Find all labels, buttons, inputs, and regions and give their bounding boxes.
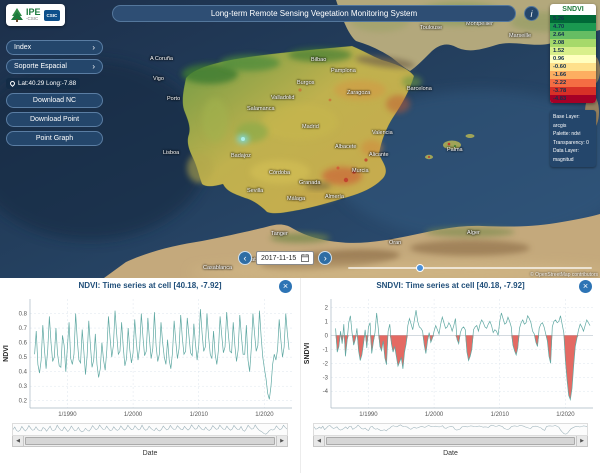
legend-entry: -2.22 [550,79,596,87]
ndvi-chart-panel: NDVI: Time series at cell [40.18, -7.92]… [0,278,300,473]
legend-entry: 2.08 [550,39,596,47]
range-mini-chart [313,423,588,436]
soporte-espacial-button[interactable]: Soporte Espacial › [6,59,103,74]
ndvi-range-selector[interactable]: ◀ ▶ [12,423,288,447]
ndvi-chart[interactable]: 1/1990 1/2000 1/2010 1/2020 0.2 0.3 0.4 0.5 0.6 0… [0,294,300,422]
scroll-right-button[interactable]: ▶ [576,436,587,446]
svg-text:0.5: 0.5 [19,355,28,361]
x-axis-title: Date [301,450,600,457]
location-icon [9,80,16,87]
svg-text:1/1990: 1/1990 [58,412,77,418]
date-control: ‹ 2017-11-15 › [238,251,332,265]
coordinates-label: Lat:40.29 Long:-7.88 [6,78,80,89]
close-icon[interactable]: × [279,280,292,293]
csic-logo: CSIC [44,10,61,21]
soporte-espacial-button-label: Soporte Espacial [14,63,67,70]
sidebar-actions: Download NC Download Point Point Graph [6,93,103,146]
svg-text:NDVI: NDVI [3,345,10,362]
date-value: 2017-11-15 [261,255,296,262]
next-date-button[interactable]: › [318,251,332,265]
layer-info-line: Data Layer: magnitud [553,147,593,164]
legend-entry: -1.66 [550,71,596,79]
scroll-left-button[interactable]: ◀ [13,436,24,446]
svg-text:SNDVI: SNDVI [304,343,311,364]
svg-text:0.4: 0.4 [19,370,28,376]
svg-text:1/2000: 1/2000 [124,412,143,418]
svg-text:0.7: 0.7 [19,326,28,332]
svg-text:2: 2 [325,305,329,311]
svg-text:0.6: 0.6 [19,341,28,347]
svg-text:1/2010: 1/2010 [491,412,510,418]
chevron-right-icon: › [92,43,95,52]
legend-scale: 5.264.702.642.081.520.96-0.60-1.66-2.22-… [550,15,596,103]
range-scrollbar[interactable]: ◀ ▶ [12,436,288,447]
legend-entry: 5.26 [550,15,596,23]
sndvi-chart[interactable]: 1/1990 1/2000 1/2010 1/2020 -4 -3 -2 -1 0 1 2 SNDVI [301,294,600,422]
charts-section: NDVI: Time series at cell [40.18, -7.92]… [0,278,600,473]
date-input[interactable]: 2017-11-15 [256,251,314,265]
sidebar: Index › Soporte Espacial › Lat:40.29 Lon… [6,40,103,146]
coordinates-text: Lat:40.29 Long:-7.88 [18,80,76,87]
chevron-right-icon: › [92,62,95,71]
app-title-bar: Long-term Remote Sensing Vegetation Moni… [112,5,516,22]
point-graph-button[interactable]: Point Graph [6,131,103,146]
sndvi-range-selector[interactable]: ◀ ▶ [313,423,588,447]
svg-text:0.3: 0.3 [19,384,28,390]
index-button[interactable]: Index › [6,40,103,55]
layer-info-line: Transparency: 0 [553,139,593,148]
layer-info-panel: Base Layer: arcgisPalette: ndviTranspare… [550,110,596,167]
sndvi-chart-panel: SNDVI: Time series at cell [40.18, -7.92… [300,278,600,473]
app-title: Long-term Remote Sensing Vegetation Moni… [211,9,417,18]
calendar-icon [301,254,309,262]
svg-text:-2: -2 [323,361,329,367]
svg-text:1: 1 [325,319,329,325]
scrollbar-thumb[interactable] [326,437,575,445]
svg-text:0: 0 [325,333,329,339]
legend-panel: SNDVI 5.264.702.642.081.520.96-0.60-1.66… [550,4,596,103]
scroll-right-button[interactable]: ▶ [276,436,287,446]
index-button-label: Index [14,44,31,51]
svg-text:1/2020: 1/2020 [556,412,575,418]
close-icon[interactable]: × [579,280,592,293]
legend-entry: -4.83 [550,95,596,103]
legend-entry: 1.52 [550,47,596,55]
x-axis-title: Date [0,450,300,457]
ipe-tree-icon [11,8,23,22]
legend-entry: -0.60 [550,63,596,71]
svg-text:0.8: 0.8 [19,312,28,318]
svg-text:1/2020: 1/2020 [255,412,274,418]
svg-text:1/1990: 1/1990 [359,412,378,418]
prev-date-button[interactable]: ‹ [238,251,252,265]
legend-entry: 2.64 [550,31,596,39]
svg-text:0.2: 0.2 [19,399,28,405]
range-scrollbar[interactable]: ◀ ▶ [313,436,588,447]
scroll-left-button[interactable]: ◀ [314,436,325,446]
ndvi-chart-title: NDVI: Time series at cell [40.18, -7.92] [0,281,300,294]
legend-entry: 4.70 [550,23,596,31]
logo-box: IPE -CSIC CSIC [6,4,65,26]
sndvi-chart-title: SNDVI: Time series at cell [40.18, -7.92… [301,281,600,294]
download-point-button[interactable]: Download Point [6,112,103,127]
scrollbar-thumb[interactable] [25,437,275,445]
svg-text:-4: -4 [323,389,329,395]
svg-text:-1: -1 [323,347,329,353]
download-nc-button[interactable]: Download NC [6,93,103,108]
time-slider[interactable] [348,267,592,269]
layer-info-line: Palette: ndvi [553,130,593,139]
scrollbar-track[interactable] [24,436,276,446]
svg-text:1/2010: 1/2010 [190,412,209,418]
info-button[interactable]: i [524,6,539,21]
legend-entry: 0.96 [550,55,596,63]
scrollbar-track[interactable] [325,436,576,446]
range-mini-chart [12,423,288,436]
map-section: A CoruñaVigoPortoLisboaSevillaMadridVale… [0,0,600,278]
ipe-logo-subtext: -CSIC [26,17,41,22]
layer-info-line: Base Layer: arcgis [553,113,593,130]
svg-text:-3: -3 [323,375,329,381]
legend-entry: -3.78 [550,87,596,95]
legend-title: SNDVI [550,4,596,15]
svg-text:1/2000: 1/2000 [425,412,444,418]
